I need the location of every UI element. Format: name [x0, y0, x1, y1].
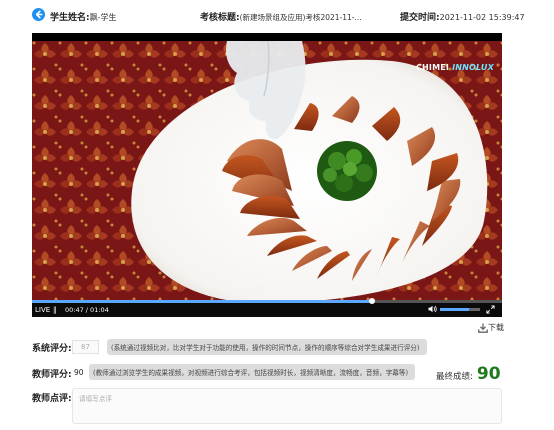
volume-slider[interactable] [440, 308, 480, 311]
brand-watermark: CHIMEI INNOLUX [416, 63, 494, 72]
teacher-score-label: 教师评分: [32, 370, 72, 380]
progress-fill [32, 300, 373, 303]
system-score-note: (系统通过视频比对，比对学生对于功能的使用，操作的时间节点，操作的顺序等综合对学… [107, 339, 427, 355]
student-info: 学生姓名:飘-学生 [50, 10, 117, 23]
comment-label: 教师点评: [32, 394, 72, 404]
final-score-label: 最终成绩: [436, 372, 473, 382]
pause-button[interactable]: || [53, 306, 57, 314]
system-score-label: 系统评分: [32, 344, 72, 354]
volume-icon[interactable] [428, 305, 437, 313]
download-button[interactable]: 下载 [478, 322, 504, 333]
submit-time: 2021-11-02 15:39:47 [439, 13, 525, 22]
volume-fill [440, 308, 469, 311]
teacher-score-value[interactable]: 90 [74, 368, 84, 377]
arrow-left-icon [35, 10, 43, 19]
video-controls: LIVE || 00:47 / 01:04 [32, 298, 502, 317]
time-display: 00:47 / 01:04 [65, 306, 109, 314]
exam-title: (新建场景组及应用)考核2021-11-... [239, 13, 362, 22]
video-player[interactable]: CHIMEI INNOLUX LIVE || 00:47 / 01:04 [32, 33, 502, 317]
student-name: 飘-学生 [89, 13, 117, 22]
back-button[interactable] [32, 8, 45, 21]
teacher-score-note: (教师通过浏览学生的成果视频，对视频进行综合考评，包括视频时长，视频清晰度，流畅… [89, 364, 415, 380]
exam-title-label: 考核标题: [200, 13, 240, 23]
student-name-label: 学生姓名: [50, 13, 90, 23]
progress-handle[interactable] [369, 298, 376, 304]
final-score-value: 90 [476, 364, 501, 384]
progress-bar[interactable] [32, 298, 502, 304]
final-score: 最终成绩: 90 [436, 364, 501, 384]
header-bar: 学生姓名:飘-学生 考核标题:(新建场景组及应用)考核2021-11-... 提… [0, 0, 554, 30]
download-icon [478, 323, 488, 333]
brand-part-2: INNOLUX [452, 63, 494, 72]
live-label: LIVE [35, 306, 51, 314]
video-frame-image [32, 41, 502, 303]
fullscreen-icon[interactable] [486, 305, 495, 314]
system-score-field: 87 [72, 340, 99, 354]
exam-info: 考核标题:(新建场景组及应用)考核2021-11-... [200, 10, 380, 23]
comment-input[interactable]: 请填写点评 [72, 388, 502, 424]
download-label: 下载 [488, 323, 504, 332]
video-frame[interactable]: CHIMEI INNOLUX [32, 41, 502, 303]
submit-info: 提交时间:2021-11-02 15:39:47 [400, 10, 525, 23]
submit-time-label: 提交时间: [400, 13, 440, 23]
brand-part-1: CHIMEI [415, 63, 450, 72]
